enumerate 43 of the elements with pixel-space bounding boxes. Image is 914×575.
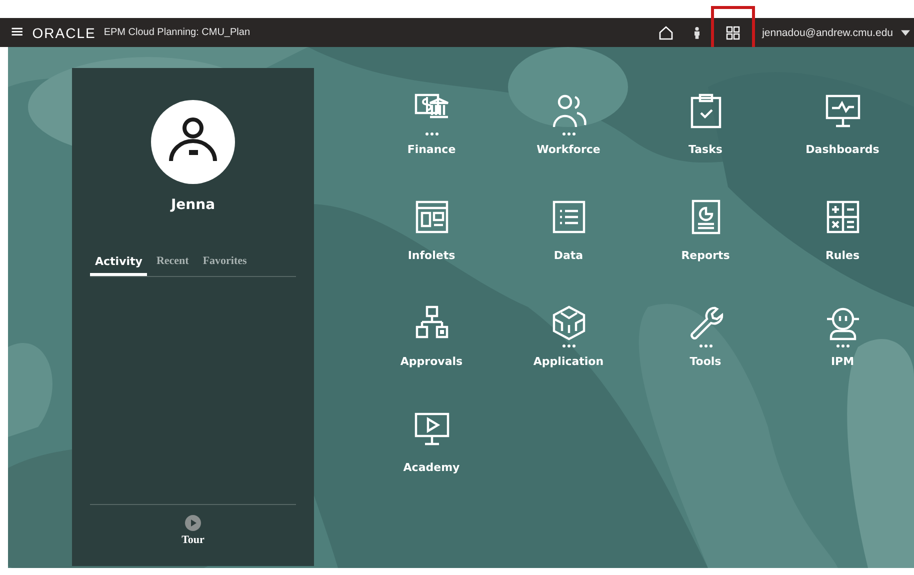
more-dots-icon[interactable] — [424, 132, 438, 136]
brand-logo: ORACLE — [32, 24, 96, 40]
layout-icon[interactable] — [414, 199, 450, 235]
profile-tab[interactable]: Favorites — [198, 251, 252, 276]
card-link[interactable]: IPM — [830, 355, 854, 368]
card-link[interactable]: Infolets — [408, 249, 456, 262]
profile-tab[interactable]: Recent — [151, 251, 194, 276]
more-dots-icon[interactable] — [698, 344, 712, 348]
monitor-pulse-icon[interactable] — [824, 93, 860, 129]
user-menu[interactable]: jennadou@andrew.cmu.edu — [762, 26, 893, 38]
card-link[interactable]: Application — [533, 355, 604, 368]
card-link[interactable]: Rules — [825, 249, 860, 262]
person-icon[interactable] — [692, 24, 702, 40]
table-icon[interactable] — [550, 199, 586, 235]
card-link[interactable]: Tools — [690, 355, 722, 368]
profile-tab[interactable]: Activity — [90, 251, 148, 276]
more-dots-icon[interactable] — [562, 132, 576, 136]
card-link[interactable]: Dashboards — [806, 143, 880, 156]
hierarchy-icon[interactable] — [414, 305, 450, 341]
card-link[interactable]: Academy — [403, 461, 460, 474]
caret-icon[interactable] — [901, 30, 910, 36]
card-link[interactable]: Finance — [407, 143, 456, 156]
card-link[interactable]: Reports — [681, 249, 730, 262]
monitor-play-icon[interactable] — [414, 411, 450, 447]
people-icon[interactable] — [550, 93, 586, 129]
user-name: Jenna — [170, 197, 216, 213]
more-dots-icon[interactable] — [836, 344, 850, 348]
wrench-icon[interactable] — [688, 305, 724, 341]
play-icon[interactable] — [184, 515, 201, 531]
card-link[interactable]: Data — [554, 249, 584, 262]
app-title: EPM Cloud Planning: CMU_Plan — [104, 27, 250, 38]
grid-icon[interactable] — [726, 26, 740, 40]
menu-icon[interactable]: ≡ — [10, 24, 24, 41]
cube-icon[interactable] — [550, 305, 586, 341]
tour-link[interactable]: Tour — [182, 534, 204, 546]
robot-icon[interactable] — [824, 305, 860, 341]
card-link[interactable]: Approvals — [400, 355, 463, 368]
more-dots-icon[interactable] — [562, 344, 576, 348]
card-link[interactable]: Workforce — [536, 143, 600, 156]
card-link[interactable]: Tasks — [688, 143, 722, 156]
home-icon[interactable] — [658, 24, 674, 40]
calculator-icon[interactable] — [824, 199, 860, 235]
avatar-icon — [151, 100, 235, 184]
